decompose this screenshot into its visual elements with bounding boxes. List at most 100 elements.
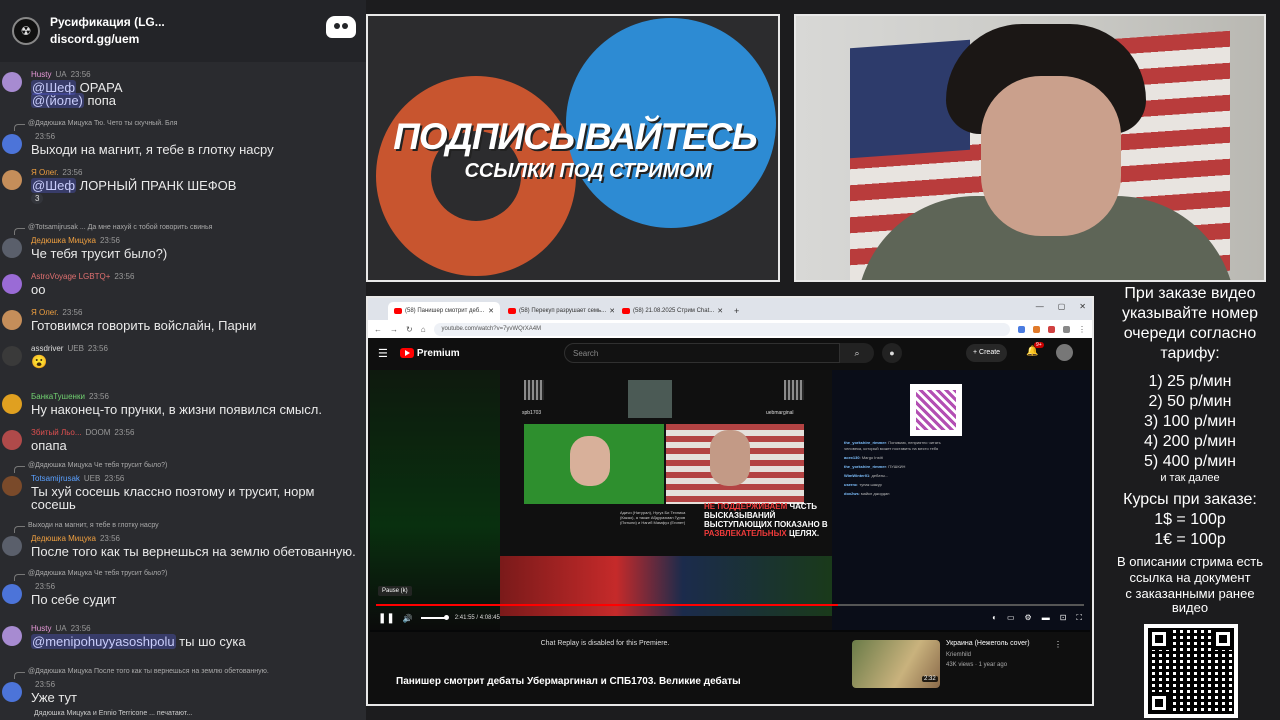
recommendation-title[interactable]: Украина (Нежеголь cover) [946, 640, 1030, 647]
close-icon[interactable]: ✕ [609, 307, 614, 315]
description-line: видео [1171, 600, 1209, 615]
promo-subtitle: ССЫЛКИ ПОД СТРИМОМ [464, 160, 712, 182]
avatar[interactable] [2, 274, 22, 294]
username[interactable]: Збитый Льо... [31, 428, 82, 437]
minimize-icon[interactable]: — [1036, 302, 1044, 311]
reply-preview[interactable]: @Дядюшка Мицука Тю. Чето ты скучный. Бля [13, 120, 177, 131]
forward-icon[interactable]: → [390, 325, 398, 334]
more-options-icon[interactable]: ⋮ [1054, 640, 1062, 649]
avatar[interactable] [2, 238, 22, 258]
message-text: Ну наконец-то прунки, в жизни появился с… [31, 402, 322, 417]
recommendation-channel[interactable]: Kriemhild [946, 652, 971, 658]
reply-preview[interactable]: @Totsamijrusak ... Да мне нахуй с тобой … [13, 224, 212, 235]
user-mention[interactable]: @menipohuyyasoshpolu [31, 634, 176, 649]
avatar[interactable] [2, 476, 22, 496]
theater-mode-icon[interactable]: ▬ [1042, 613, 1050, 623]
new-tab-button[interactable]: + [730, 306, 743, 320]
username[interactable]: AstroVoyage LGBTQ+ [31, 272, 110, 281]
extension-icon[interactable] [1048, 325, 1055, 333]
youtube-logo[interactable]: Premium [399, 348, 460, 359]
video-info-area: Chat Replay is disabled for this Premier… [370, 632, 1090, 704]
debater-name-left: spb1703 [522, 410, 542, 416]
timestamp: 23:56 [70, 624, 91, 633]
youtube-icon [622, 308, 630, 314]
subtitles-icon[interactable]: ▭ [1007, 613, 1015, 623]
price-list-panel: При заказе видео указывайте номер очеред… [1100, 282, 1280, 720]
avatar[interactable] [2, 170, 22, 190]
user-mention[interactable]: @(йоле) [31, 93, 84, 108]
avatar[interactable] [2, 584, 22, 604]
qr-code-icon [910, 384, 962, 436]
message-text: сосешь [31, 497, 76, 512]
avatar[interactable] [1056, 344, 1073, 361]
avatar[interactable] [2, 310, 22, 330]
course-item: 1€ = 100р [1154, 531, 1226, 548]
browser-tab-3[interactable]: (58) 21.08.2025 Стрим Chat... ✕ [616, 302, 728, 320]
streamer-face [981, 76, 1121, 236]
username[interactable]: Husty [31, 70, 51, 79]
create-button[interactable]: + Create [966, 344, 1008, 362]
username[interactable]: assdriver [31, 344, 63, 353]
user-mention[interactable]: @Шеф [31, 178, 77, 193]
timestamp: 23:56 [114, 428, 135, 437]
avatar[interactable] [2, 682, 22, 702]
stream-layout: ☢ Русификация (LG... discord.gg/uem Hust… [0, 0, 1280, 720]
avatar[interactable] [2, 346, 22, 366]
home-icon[interactable]: ⌂ [421, 325, 426, 334]
menu-dots-icon[interactable]: ⋮ [1078, 325, 1086, 334]
username[interactable]: Дедюшка Мицука [31, 236, 96, 245]
reply-preview[interactable]: Выходи на магнит, я тебе в глотку насру [14, 522, 159, 533]
cast-icon[interactable]: ⊡ [1060, 613, 1067, 623]
fullscreen-icon[interactable]: ⛶ [1076, 613, 1082, 623]
back-icon[interactable]: ← [374, 325, 382, 334]
browser-tab-1[interactable]: (58) Панишер смотрит деб... ✕ [388, 302, 500, 320]
stream-chat-line: acex130: Margo Instit [844, 455, 883, 460]
server-invite-link[interactable]: discord.gg/uem [50, 31, 165, 48]
microphone-icon[interactable]: ● [882, 343, 902, 363]
volume-slider[interactable] [420, 615, 449, 620]
close-icon[interactable]: ✕ [717, 307, 723, 315]
avatar[interactable] [2, 430, 22, 450]
avatar[interactable] [2, 536, 22, 556]
rate-item: 2) 50 р/мин [1148, 393, 1232, 410]
username[interactable]: Totsamijrusak [31, 474, 80, 483]
autoplay-toggle[interactable]: ◐ [992, 613, 997, 623]
timestamp: 23:56 [87, 344, 108, 353]
avatar[interactable] [2, 626, 22, 646]
rate-item: 3) 100 р/мин [1144, 413, 1236, 430]
settings-icon[interactable]: ⚙ [1025, 613, 1032, 623]
search-input[interactable]: Search [564, 343, 840, 363]
discord-server-header: ☢ Русификация (LG... discord.gg/uem [0, 0, 366, 62]
avatar[interactable] [2, 72, 22, 92]
username[interactable]: Я Олег. [31, 168, 58, 177]
message-header: 23:56 [31, 680, 55, 689]
username[interactable]: Дедюшка Мицука [31, 534, 96, 543]
username[interactable]: БанкаТушенки [31, 392, 85, 401]
reply-preview[interactable]: @Дядюшка Мицука После того как ты вернеш… [14, 668, 269, 679]
video-player[interactable]: spb1703 uebmarginal Адичи (Натурал), Нуг… [370, 370, 1090, 632]
reply-preview[interactable]: @Дядюшка Мицука Че тебя трусит было?) [13, 570, 167, 581]
close-icon[interactable]: ✕ [488, 307, 494, 315]
stream-chat-user: acex130 [844, 455, 860, 460]
username[interactable]: Я Олег. [31, 308, 58, 317]
extension-icon[interactable] [1063, 325, 1070, 333]
close-window-icon[interactable]: ✕ [1079, 302, 1086, 311]
username[interactable]: Husty [31, 624, 51, 633]
avatar[interactable] [2, 134, 22, 154]
extension-icon[interactable] [1018, 325, 1025, 333]
message-header: 23:56 [31, 582, 55, 591]
hamburger-icon[interactable]: ☰ [378, 347, 388, 360]
volume-icon[interactable]: 🔊 [403, 614, 413, 623]
search-icon[interactable]: ⌕ [840, 343, 874, 363]
browser-tab-2[interactable]: (58) Перекуп разрушает семь...✕ [502, 302, 614, 320]
url-field[interactable]: youtube.com/watch?v=7yvWQrXA4M [433, 322, 1010, 336]
reaction-chip[interactable]: 3 [31, 193, 44, 204]
message-text: 😮 [31, 354, 48, 369]
maximize-icon[interactable]: ▢ [1058, 302, 1066, 311]
avatar[interactable] [2, 394, 22, 414]
extension-icon[interactable] [1033, 325, 1040, 333]
pause-icon[interactable]: ❚❚ [378, 613, 395, 624]
reply-preview[interactable]: @Дядюшка Мицука Че тебя трусит было?) [13, 462, 167, 473]
reload-icon[interactable]: ↻ [406, 325, 413, 334]
progress-bar[interactable] [376, 604, 1084, 606]
